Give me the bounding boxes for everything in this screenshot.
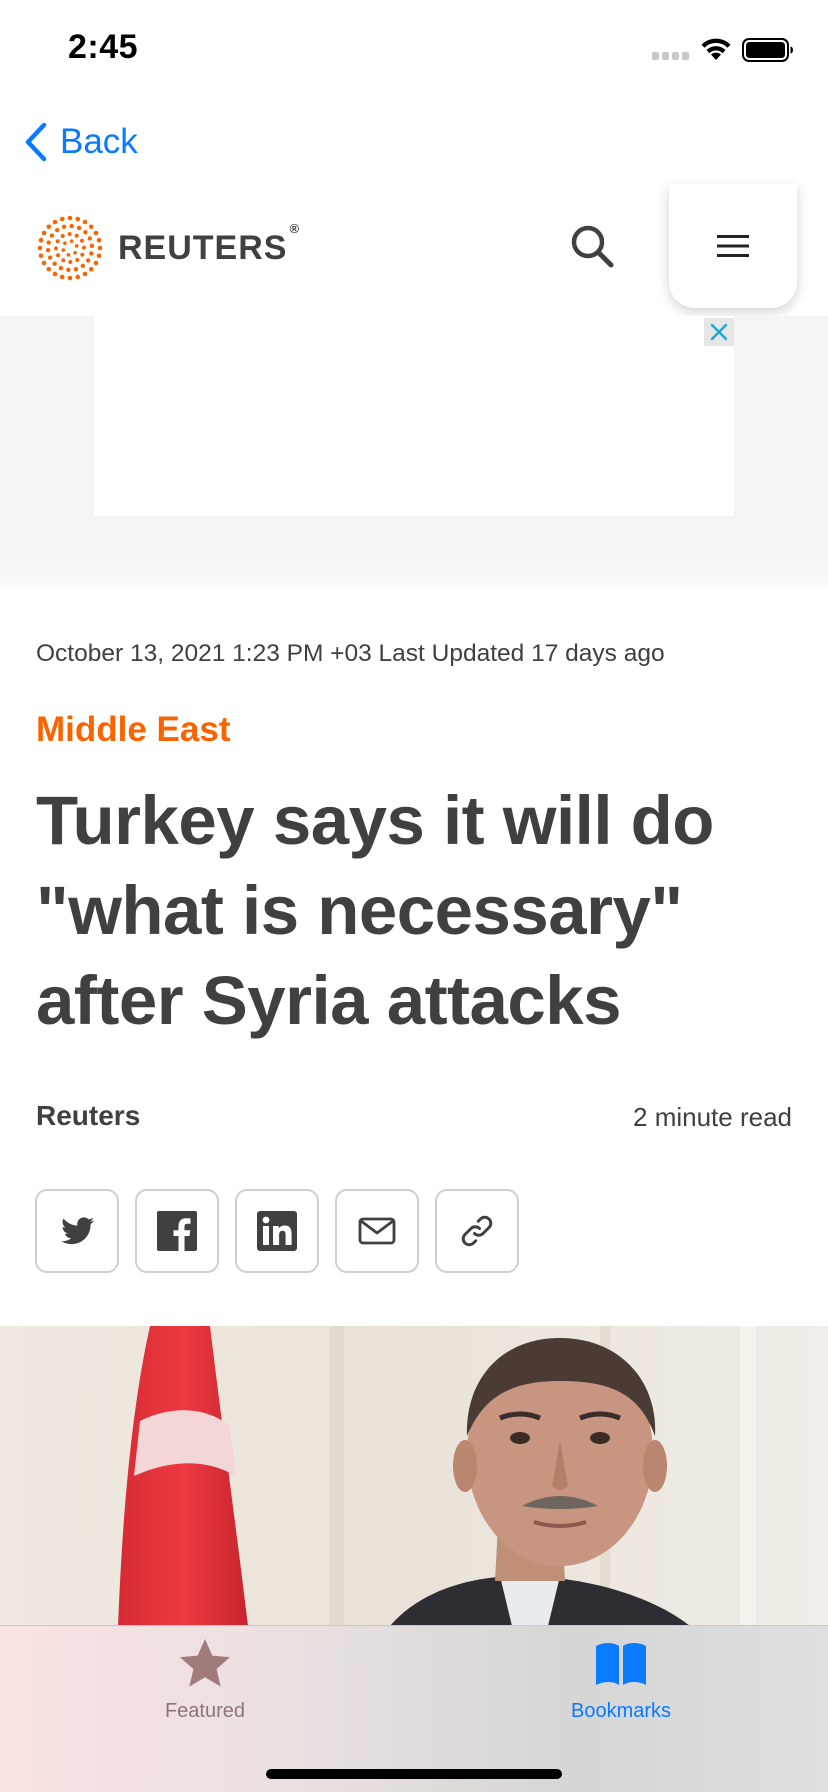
ad-close-button[interactable]: [704, 318, 734, 346]
section-link-middle-east[interactable]: Middle East: [36, 710, 230, 750]
article-headline: Turkey says it will do "what is necessar…: [36, 782, 714, 1039]
reuters-logo[interactable]: REUTERS®: [36, 214, 300, 282]
share-twitter-button[interactable]: [35, 1189, 119, 1273]
tab-bookmarks-label: Bookmarks: [570, 1700, 672, 1722]
chevron-left-icon: [25, 122, 47, 162]
search-icon[interactable]: [568, 222, 616, 270]
read-time: 2 minute read: [633, 1102, 792, 1132]
share-linkedin-button[interactable]: [235, 1189, 319, 1273]
linkedin-icon: [257, 1211, 297, 1251]
share-buttons: [35, 1189, 519, 1273]
twitter-icon: [61, 1217, 94, 1245]
ad-banner-area: [0, 316, 828, 548]
copy-link-button[interactable]: [435, 1189, 519, 1273]
close-icon: [710, 323, 728, 341]
back-button[interactable]: Back: [24, 118, 138, 166]
reuters-logo-icon: [37, 215, 103, 281]
cellular-signal-icon: [652, 52, 689, 60]
tab-featured-label: Featured: [164, 1700, 246, 1722]
article-dateline: October 13, 2021 1:23 PM +03 Last Update…: [36, 640, 665, 667]
share-facebook-button[interactable]: [135, 1189, 219, 1273]
menu-button[interactable]: [669, 184, 797, 308]
book-icon: [596, 1643, 646, 1685]
tab-featured[interactable]: Featured: [105, 1636, 305, 1723]
status-bar: 2:45: [0, 0, 828, 100]
article-byline[interactable]: Reuters: [36, 1100, 140, 1132]
ad-divider: [0, 548, 828, 586]
home-indicator[interactable]: [266, 1769, 562, 1779]
star-icon: [180, 1639, 230, 1687]
photo-illustration: [0, 1326, 828, 1626]
facebook-icon: [157, 1211, 197, 1251]
ad-slot[interactable]: [94, 316, 734, 516]
tab-bar: Featured Bookmarks: [0, 1625, 828, 1792]
link-icon: [461, 1215, 493, 1247]
back-label: Back: [60, 122, 138, 161]
tab-bookmarks[interactable]: Bookmarks: [521, 1636, 721, 1723]
share-email-button[interactable]: [335, 1189, 419, 1273]
mail-icon: [358, 1217, 396, 1245]
site-header: REUTERS®: [0, 184, 828, 316]
brand-wordmark: REUTERS®: [118, 220, 301, 267]
hamburger-menu-icon: [717, 235, 749, 257]
article-hero-photo[interactable]: [0, 1326, 828, 1626]
navigation-bar: Back: [0, 100, 828, 184]
status-time: 2:45: [68, 28, 139, 66]
wifi-icon: [701, 38, 731, 60]
battery-icon: [742, 38, 793, 62]
